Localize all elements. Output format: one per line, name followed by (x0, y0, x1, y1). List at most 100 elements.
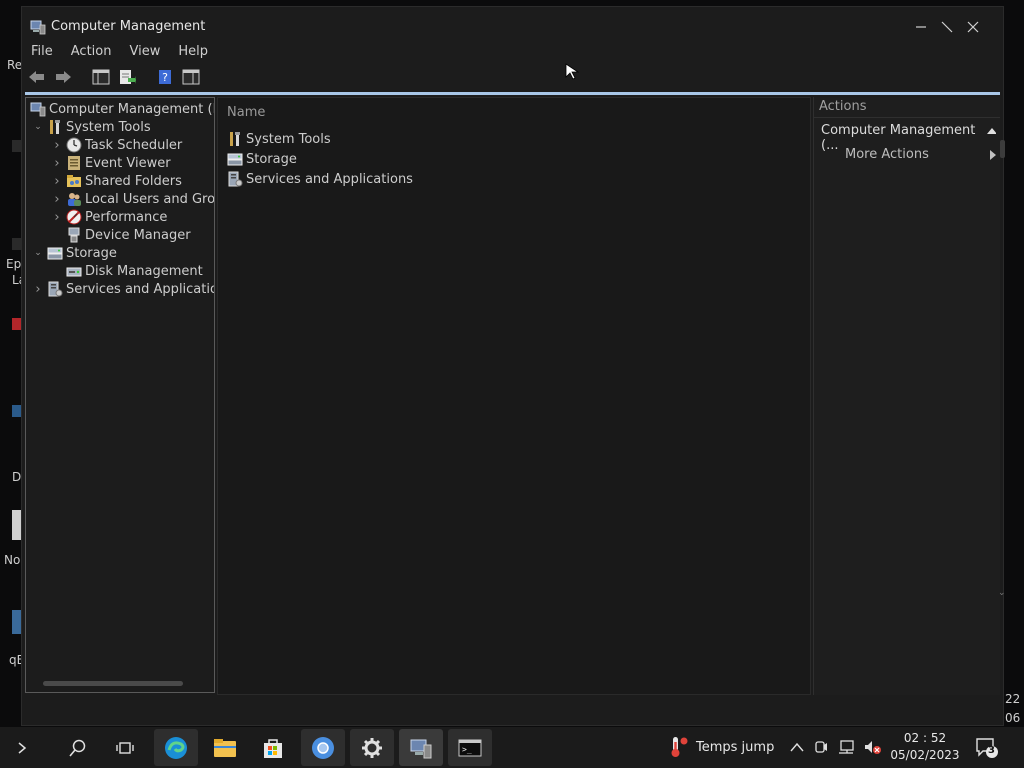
desktop-label-fragment: No (4, 553, 21, 567)
terminal-taskbar-button[interactable]: >_ (448, 729, 492, 766)
expander-collapsed-icon[interactable]: › (51, 156, 63, 171)
chevron-up-icon[interactable] (790, 742, 804, 752)
taskbar-expand-button[interactable] (0, 729, 44, 766)
list-item[interactable]: System Tools (224, 130, 331, 148)
tree-item-task-scheduler[interactable]: › Task Scheduler (51, 136, 182, 154)
expander-collapsed-icon[interactable]: › (32, 282, 44, 297)
network-icon[interactable] (838, 739, 854, 755)
list-item-label: Services and Applications (246, 171, 413, 187)
tree-item-local-users-and-groups[interactable]: › Local Users and Groups (51, 190, 214, 208)
services-icon (228, 171, 243, 187)
list-item[interactable]: Services and Applications (224, 170, 413, 188)
expander-collapsed-icon[interactable]: › (51, 192, 63, 207)
menu-view[interactable]: View (120, 42, 169, 62)
menu-file[interactable]: File (22, 42, 62, 62)
svg-text:?: ? (162, 71, 168, 84)
tree-item-system-tools[interactable]: ⌄ System Tools (32, 118, 151, 136)
desktop-label-fragment: Ep (6, 257, 22, 271)
menu-action[interactable]: Action (62, 42, 121, 62)
users-icon (68, 193, 81, 206)
toolbar-divider (25, 92, 1000, 95)
tree-root-label: Computer Management (Local) (49, 101, 214, 117)
system-tray (790, 739, 882, 755)
edge-taskbar-button[interactable] (154, 729, 198, 766)
tree-item-performance[interactable]: › Performance (51, 208, 167, 226)
help-icon: ? (159, 70, 171, 84)
tree-item-label: System Tools (66, 119, 151, 135)
maximize-button[interactable] (934, 16, 960, 38)
more-actions-item[interactable]: More Actions (845, 147, 996, 162)
collapse-up-icon (986, 128, 996, 134)
file-explorer-button[interactable] (203, 729, 247, 766)
menu-help[interactable]: Help (169, 42, 217, 62)
task-view-button[interactable] (103, 729, 147, 766)
expander-expanded-icon[interactable]: ⌄ (32, 248, 44, 258)
expander-collapsed-icon[interactable]: › (51, 210, 63, 225)
tree-item-label: Device Manager (85, 227, 191, 243)
tree-root[interactable]: Computer Management (Local) (30, 100, 214, 118)
list-item[interactable]: Storage (224, 150, 297, 168)
more-actions-label: More Actions (845, 147, 929, 162)
computer-management-icon (410, 739, 432, 758)
task-view-icon (116, 741, 134, 754)
expander-collapsed-icon[interactable]: › (51, 174, 63, 189)
arrow-right-icon (56, 71, 71, 83)
close-icon (967, 21, 979, 33)
show-hide-console-tree-button[interactable] (90, 67, 112, 87)
maximize-icon (941, 21, 953, 33)
services-icon (48, 281, 63, 297)
weather-widget[interactable]: Temps jump (668, 736, 774, 758)
tree-item-label: Storage (66, 245, 117, 261)
show-hide-action-pane-button[interactable] (180, 67, 202, 87)
notification-count-badge: 3 (988, 745, 995, 756)
meet-now-icon[interactable] (814, 739, 828, 755)
mouse-cursor-icon (565, 63, 580, 80)
clock-date: 05/02/2023 (890, 748, 960, 762)
tree-item-label: Shared Folders (85, 173, 182, 189)
tree-item-disk-management[interactable]: Disk Management (51, 262, 203, 280)
window-title: Computer Management (51, 19, 206, 34)
taskbar-clock[interactable]: 02 : 52 05/02/2023 (880, 730, 970, 764)
tree-item-services-and-applications[interactable]: › Services and Applications (32, 280, 214, 298)
close-button[interactable] (960, 16, 986, 38)
chromium-taskbar-button[interactable] (301, 729, 345, 766)
list-item-label: System Tools (246, 131, 331, 147)
tree-item-label: Services and Applications (66, 281, 214, 297)
desktop-clock-fragment: 06 (1005, 711, 1021, 725)
tree-item-event-viewer[interactable]: › Event Viewer (51, 154, 170, 172)
scroll-down-icon[interactable]: ⌄ (998, 588, 1006, 598)
tree-item-storage[interactable]: ⌄ Storage (32, 244, 117, 262)
actions-vertical-scrollbar[interactable]: ⌄ (998, 140, 1006, 598)
toolbar: ? (26, 66, 202, 88)
computer-management-taskbar-button[interactable] (399, 729, 443, 766)
arrow-left-icon (29, 71, 44, 83)
column-header-name[interactable]: Name (227, 105, 265, 120)
minimize-button[interactable] (908, 16, 934, 38)
title-bar[interactable]: Computer Management (22, 7, 1003, 47)
tree-item-shared-folders[interactable]: › Shared Folders (51, 172, 182, 190)
search-button[interactable] (56, 729, 100, 766)
tree-item-label: Disk Management (85, 263, 203, 279)
taskbar: >_ Temps jump 02 : 52 05/02/2023 3 (0, 727, 1024, 768)
expander-collapsed-icon[interactable]: › (51, 138, 63, 153)
clock-icon (66, 137, 82, 153)
tree-horizontal-scrollbar[interactable] (43, 681, 183, 686)
tree-item-device-manager[interactable]: Device Manager (51, 226, 191, 244)
store-button[interactable] (251, 729, 295, 766)
notification-center-button[interactable]: 3 (975, 737, 999, 763)
console-tree-pane: Computer Management (Local) ⌄ System Tool… (25, 97, 215, 693)
search-icon (69, 739, 86, 757)
expander-expanded-icon[interactable]: ⌄ (32, 122, 44, 132)
store-icon (264, 738, 282, 758)
settings-taskbar-button[interactable] (350, 729, 394, 766)
export-list-button[interactable] (116, 67, 138, 87)
tools-icon (230, 132, 240, 146)
tree-item-label: Task Scheduler (85, 137, 183, 153)
edge-browser-icon (165, 736, 187, 759)
help-button[interactable]: ? (154, 67, 176, 87)
chevron-right-icon (990, 150, 996, 160)
back-button[interactable] (26, 67, 48, 87)
results-list-pane: Name System Tools Storage Services and App… (217, 97, 811, 695)
forward-button[interactable] (52, 67, 74, 87)
storage-icon (227, 153, 243, 166)
